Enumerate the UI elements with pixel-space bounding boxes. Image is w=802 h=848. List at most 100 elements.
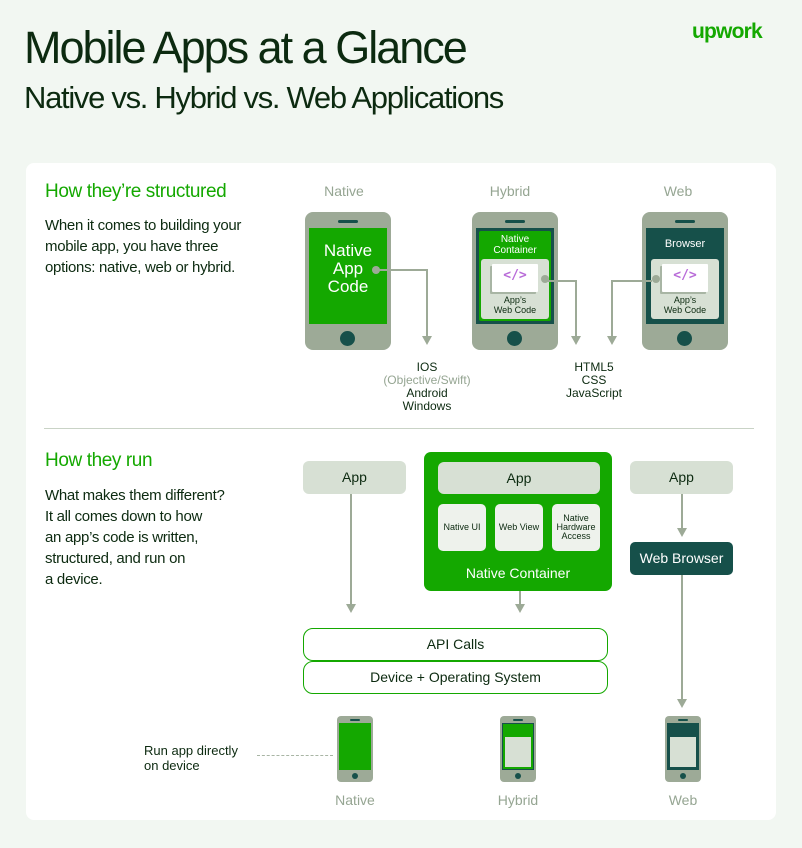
device-os-layer: Device + Operating System [303,661,608,694]
arrow-down-icon [515,604,525,613]
connector-line [519,591,521,604]
arrow-down-icon [422,336,432,345]
code-bubble-icon: </> [492,264,538,292]
run-line: an app’s code is written, [45,529,199,546]
native-mini-phone-icon [337,716,373,782]
connector-line [681,494,683,528]
run-description: What makes them different? It all comes … [45,485,225,590]
home-button-icon [515,773,521,779]
web-tech-list: HTML5 CSS JavaScript [544,361,644,400]
home-button-icon [352,773,358,779]
arrow-down-icon [346,604,356,613]
connector-line [350,494,352,604]
arrow-down-icon [607,336,617,345]
arrow-down-icon [677,699,687,708]
screen-text-line: Native [500,234,530,245]
bottom-label-hybrid: Hybrid [497,792,539,808]
phone-speaker [513,719,523,721]
hybrid-app-box: App [438,462,600,494]
home-button-icon [507,331,522,346]
structured-line: mobile app, you have three [45,238,219,255]
mini-phone-screen [667,723,699,770]
native-container-box: App Native UI Web View Native Hardware A… [424,452,612,591]
dashed-connector [257,755,333,756]
native-ui-module: Native UI [438,504,486,551]
tech-item: Windows [402,399,452,413]
phone-speaker [675,220,695,223]
web-phone-icon: Browser </> App’s Web Code [642,212,728,350]
phone-speaker [338,220,358,223]
web-code-card: </> App’s Web Code [481,259,549,319]
phone-speaker [505,220,525,223]
web-browser-box: Web Browser [630,542,733,575]
structured-heading: How they’re structured [45,181,227,202]
structured-line: options: native, web or hybrid. [45,259,235,276]
arrow-down-icon [677,528,687,537]
home-button-icon [677,331,692,346]
hybrid-mini-phone-icon [500,716,536,782]
tech-item: JavaScript [565,386,623,400]
web-view-module: Web View [495,504,543,551]
connector-line [376,269,427,271]
hybrid-phone-screen: Native Container </> App’s Web Code [476,228,554,324]
bottom-label-native: Native [335,792,375,808]
web-code-label: App’s Web Code [651,295,719,315]
code-label-line: Web Code [493,305,537,315]
bottom-label-web: Web [668,792,698,808]
web-code-label: App’s Web Code [481,295,549,315]
run-note-line: on device [144,758,200,773]
structured-line: When it comes to building your [45,217,242,234]
code-bubble-icon: </> [662,264,708,292]
code-label-line: App’s [503,295,527,305]
run-line: It all comes down to how [45,508,203,525]
web-mini-phone-icon [665,716,701,782]
native-container-label: Native Container [476,234,554,256]
connector-line [612,280,652,282]
run-line: a device. [45,571,103,588]
mini-phone-screen [339,723,371,770]
page-title: Mobile Apps at a Glance [24,22,468,73]
web-app-box: App [630,461,733,494]
api-calls-layer: API Calls [303,628,608,661]
column-label-web: Web [663,183,693,199]
native-app-box: App [303,461,406,494]
native-tech-list: IOS (Objective/Swift) Android Windows [357,361,497,413]
page-subtitle: Native vs. Hybrid vs. Web Applications [24,80,504,115]
web-code-card: </> App’s Web Code [651,259,719,319]
home-button-icon [680,773,686,779]
arrow-down-icon [571,336,581,345]
native-phone-icon: Native App Code [305,212,391,350]
section-divider [44,428,754,429]
connector-line [426,269,428,336]
run-note-line: Run app directly [144,743,238,758]
connector-line [611,280,613,336]
upwork-logo: upwork [692,20,763,43]
connector-line [575,280,577,336]
screen-text-line: Native [323,241,373,260]
connector-line [544,280,576,282]
phone-speaker [678,719,688,721]
structured-description: When it comes to building your mobile ap… [45,215,241,278]
mini-phone-screen [502,723,534,770]
column-label-native: Native [324,183,364,199]
native-container-label: Native Container [465,565,571,581]
mini-web-area [670,737,696,767]
native-hardware-access-module: Native Hardware Access [552,504,600,551]
column-label-hybrid: Hybrid [489,183,531,199]
home-button-icon [340,331,355,346]
code-label-line: Web Code [663,305,707,315]
screen-text-line: Code [327,277,369,296]
code-label-line: App’s [673,295,697,305]
run-heading: How they run [45,450,153,471]
web-phone-screen: Browser </> App’s Web Code [646,228,724,324]
connector-dot [652,275,660,283]
run-line: structured, and run on [45,550,186,567]
run-line: What makes them different? [45,487,225,504]
code-icon: </> [503,268,527,283]
native-phone-screen: Native App Code [309,228,387,324]
browser-label: Browser [664,238,706,250]
connector-line [681,575,683,699]
connector-dot [541,275,549,283]
run-note: Run app directly on device [144,743,238,773]
screen-text-line: Container [493,245,537,256]
